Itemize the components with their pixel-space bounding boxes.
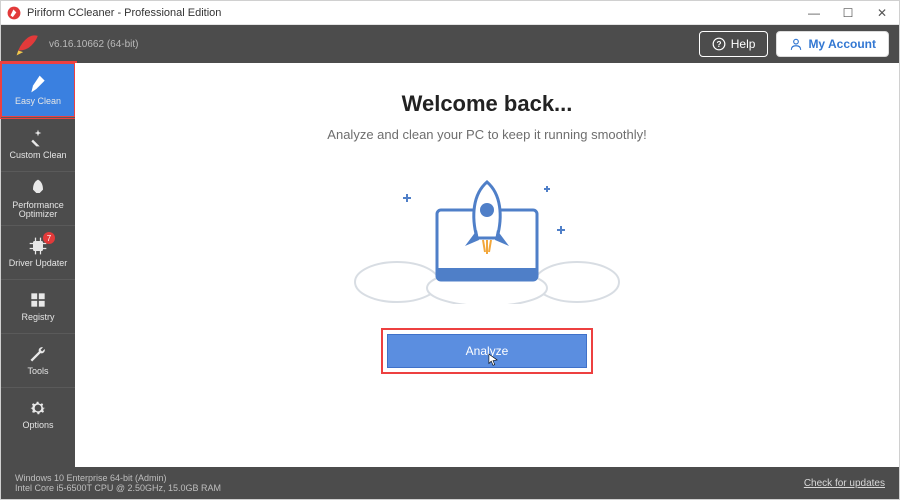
- account-button-label: My Account: [808, 37, 876, 51]
- version-label: v6.16.10662 (64-bit): [49, 39, 139, 50]
- grid-icon: [28, 290, 48, 310]
- account-button[interactable]: My Account: [776, 31, 889, 57]
- sidebar-item-label: Easy Clean: [15, 97, 61, 106]
- sidebar-item-label: Custom Clean: [9, 151, 66, 160]
- help-button[interactable]: ? Help: [699, 31, 769, 57]
- os-info: Windows 10 Enterprise 64-bit (Admin): [15, 473, 221, 483]
- wrench-icon: [28, 344, 48, 364]
- gear-icon: [28, 398, 48, 418]
- brush-logo-icon: [15, 31, 41, 57]
- app-window: Piriform CCleaner - Professional Edition…: [0, 0, 900, 500]
- statusbar: Windows 10 Enterprise 64-bit (Admin) Int…: [1, 467, 899, 499]
- sidebar-item-label: Driver Updater: [9, 259, 68, 268]
- page-subtitle: Analyze and clean your PC to keep it run…: [327, 127, 646, 142]
- analyze-button[interactable]: Analyze: [387, 334, 587, 368]
- broom-icon: [28, 74, 48, 94]
- body: Easy Clean Custom Clean Performance Opti…: [1, 63, 899, 467]
- help-button-label: Help: [731, 37, 756, 51]
- sidebar-item-tools[interactable]: Tools: [1, 333, 75, 387]
- sidebar-item-label: Tools: [27, 367, 48, 376]
- sidebar-item-options[interactable]: Options: [1, 387, 75, 441]
- svg-text:?: ?: [716, 40, 721, 49]
- window-title: Piriform CCleaner - Professional Edition: [27, 7, 221, 19]
- rocket-icon: [28, 178, 48, 198]
- main-pane: Welcome back... Analyze and clean your P…: [75, 63, 899, 467]
- hardware-info: Intel Core i5-6500T CPU @ 2.50GHz, 15.0G…: [15, 483, 221, 493]
- minimize-button[interactable]: —: [797, 2, 831, 24]
- sidebar-item-performance-optimizer[interactable]: Performance Optimizer: [1, 171, 75, 225]
- sidebar-item-registry[interactable]: Registry: [1, 279, 75, 333]
- sidebar-item-driver-updater[interactable]: 7 Driver Updater: [1, 225, 75, 279]
- rocket-illustration: [337, 164, 637, 304]
- account-icon: [789, 37, 803, 51]
- sidebar-item-label: Registry: [21, 313, 54, 322]
- check-updates-link[interactable]: Check for updates: [804, 478, 885, 489]
- sidebar-item-custom-clean[interactable]: Custom Clean: [1, 117, 75, 171]
- update-count-badge: 7: [43, 232, 55, 244]
- help-icon: ?: [712, 37, 726, 51]
- sidebar-item-easy-clean[interactable]: Easy Clean: [1, 63, 75, 117]
- system-info: Windows 10 Enterprise 64-bit (Admin) Int…: [15, 473, 221, 494]
- app-logo-icon: [7, 6, 21, 20]
- brand-logo: [15, 31, 41, 57]
- page-title: Welcome back...: [402, 91, 573, 117]
- maximize-button[interactable]: ☐: [831, 2, 865, 24]
- sparkle-brush-icon: [28, 128, 48, 148]
- cursor-icon: [486, 353, 500, 367]
- titlebar: Piriform CCleaner - Professional Edition…: [1, 1, 899, 25]
- analyze-highlight: Analyze: [381, 328, 593, 374]
- sidebar-item-label: Options: [22, 421, 53, 430]
- sidebar: Easy Clean Custom Clean Performance Opti…: [1, 63, 75, 467]
- header: v6.16.10662 (64-bit) ? Help My Account: [1, 25, 899, 63]
- sidebar-item-label: Performance Optimizer: [1, 201, 75, 220]
- close-button[interactable]: ✕: [865, 2, 899, 24]
